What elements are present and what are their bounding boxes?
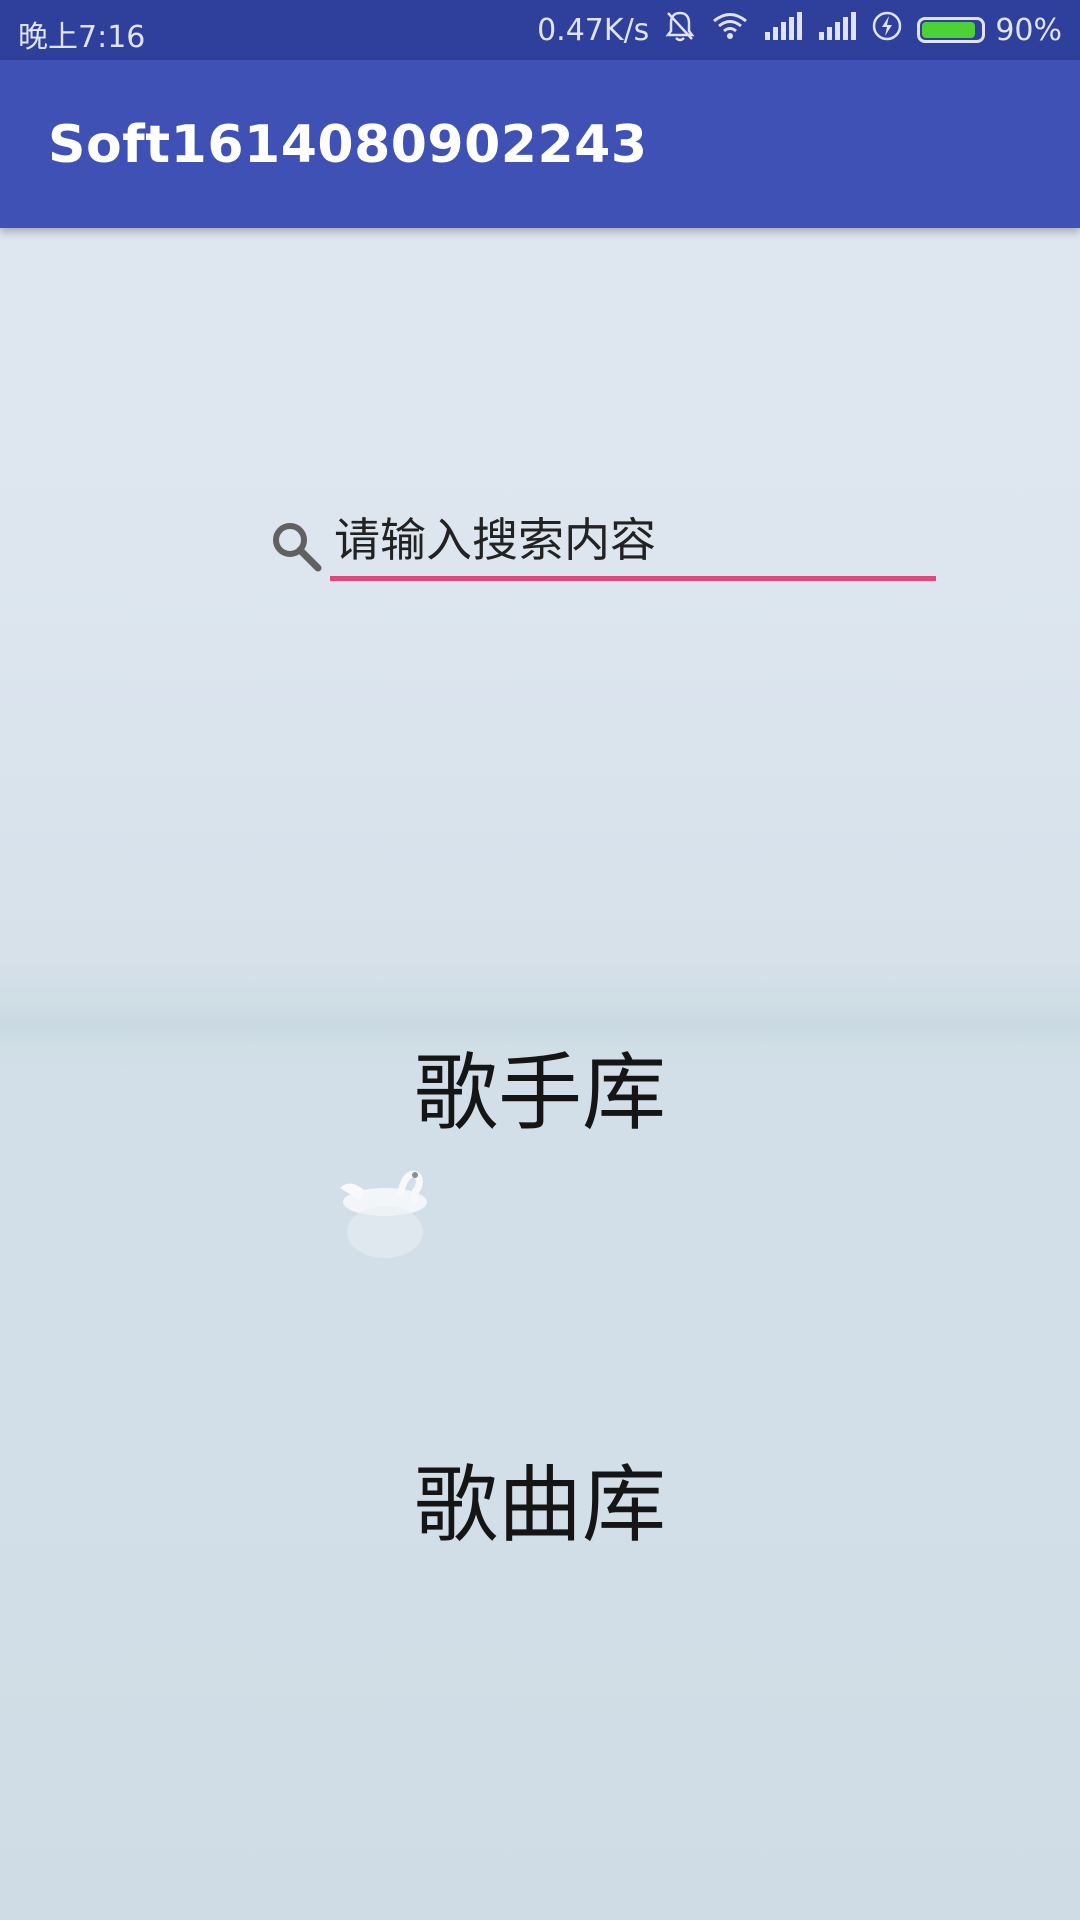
- search-input[interactable]: [330, 500, 936, 580]
- app-title: Soft1614080902243: [48, 115, 648, 175]
- battery-icon: 90%: [917, 13, 1062, 48]
- song-library-button[interactable]: 歌曲库: [0, 1437, 1080, 1560]
- swan-image: [330, 1160, 450, 1274]
- app-screen: 晚上7:16 0.47K/s 90% Soft1614080902243 请输入…: [0, 0, 1080, 1920]
- singer-library-button[interactable]: 歌手库: [0, 1025, 1080, 1148]
- battery-body: [917, 17, 986, 43]
- battery-fill: [922, 22, 975, 38]
- signal-icon: [817, 12, 857, 48]
- bell-off-icon: [663, 9, 697, 51]
- network-speed: 0.47K/s: [537, 12, 650, 48]
- search-icon: [268, 518, 324, 574]
- signal-icon: [763, 12, 803, 48]
- charging-icon: [871, 10, 903, 50]
- status-bar: 晚上7:16 0.47K/s 90%: [0, 0, 1080, 60]
- app-bar: Soft1614080902243: [0, 60, 1080, 228]
- search-underline: [330, 576, 936, 581]
- battery-percent: 90%: [995, 12, 1062, 48]
- wifi-icon: [711, 11, 749, 49]
- status-time: 晚上7:16: [18, 20, 146, 55]
- status-icons: 0.47K/s 90%: [523, 10, 1062, 50]
